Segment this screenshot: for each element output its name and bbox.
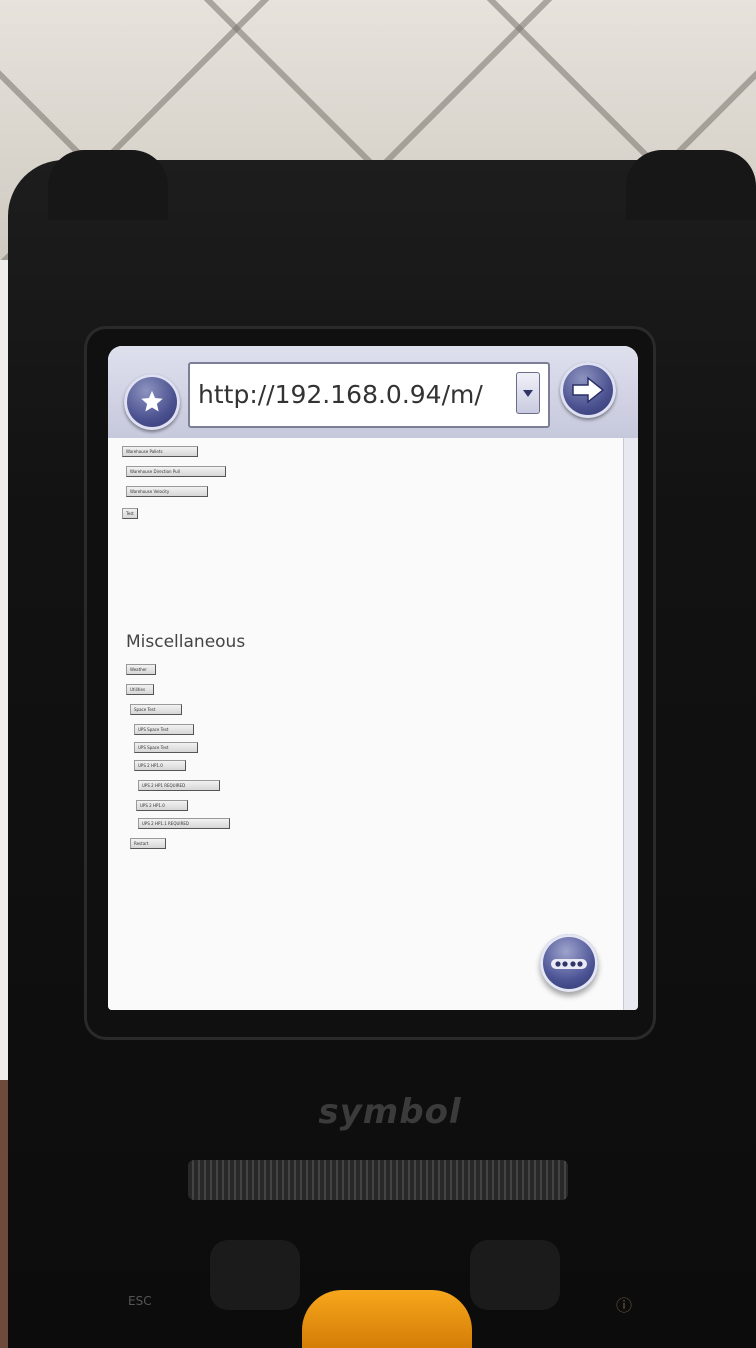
- more-dots-icon: [551, 954, 587, 973]
- arrow-right-icon: [570, 375, 606, 405]
- page-button-ups-hp1-required[interactable]: UPS 2 HP1 REQUIRED: [138, 780, 220, 791]
- page-button-space-test[interactable]: Space Test: [130, 704, 182, 715]
- page-button-restart[interactable]: Restart: [130, 838, 166, 849]
- page-button-ups-hp1-1-required[interactable]: UPS 2 HP1.1 REQUIRED: [138, 818, 230, 829]
- page-button-warehouse-pallets[interactable]: Warehouse Pallets: [122, 446, 198, 457]
- page-button-ups-hp1[interactable]: UPS 2 HP1.0: [134, 760, 186, 771]
- device-bumper-right: [626, 150, 756, 220]
- device-screen: http://192.168.0.94/m/ Warehouse Pallets…: [108, 346, 638, 1010]
- page-button-ups-space-test-2[interactable]: UPS Space Test: [134, 742, 198, 753]
- chevron-down-icon: [522, 384, 534, 403]
- power-icon[interactable]: ⓘ: [616, 1292, 632, 1316]
- scan-trigger-key[interactable]: [302, 1290, 472, 1348]
- page-button-weather[interactable]: Weather: [126, 664, 156, 675]
- url-input[interactable]: http://192.168.0.94/m/: [188, 362, 550, 428]
- page-button-warehouse-direction[interactable]: Warehouse Direction Pull: [126, 466, 226, 477]
- page-button-utilities[interactable]: Utilities: [126, 684, 154, 695]
- favorites-button[interactable]: [124, 374, 180, 430]
- page-scrollbar[interactable]: [623, 438, 638, 1010]
- esc-key-label: ESC: [128, 1294, 152, 1308]
- page-button-ups-space-test[interactable]: UPS Space Test: [134, 724, 194, 735]
- hardware-key-left[interactable]: [210, 1240, 300, 1310]
- more-menu-button[interactable]: [540, 934, 598, 992]
- url-history-dropdown[interactable]: [516, 372, 540, 414]
- url-text: http://192.168.0.94/m/: [198, 380, 483, 409]
- page-button-warehouse-velocity[interactable]: Warehouse Velocity: [126, 486, 208, 497]
- device-brand-logo: symbol: [318, 1092, 462, 1132]
- star-icon: [138, 388, 166, 416]
- hardware-key-right[interactable]: [470, 1240, 560, 1310]
- page-button-ups-hp1-0[interactable]: UPS 2 HP1.0: [136, 800, 188, 811]
- section-heading-miscellaneous: Miscellaneous: [126, 632, 246, 652]
- device-bumper-left: [48, 150, 168, 220]
- web-page-content: Warehouse Pallets Warehouse Direction Pu…: [108, 438, 624, 1010]
- speaker-grille: [188, 1160, 568, 1200]
- go-button[interactable]: [560, 362, 616, 418]
- browser-address-bar: http://192.168.0.94/m/: [108, 346, 638, 439]
- page-button-test[interactable]: Test: [122, 508, 138, 519]
